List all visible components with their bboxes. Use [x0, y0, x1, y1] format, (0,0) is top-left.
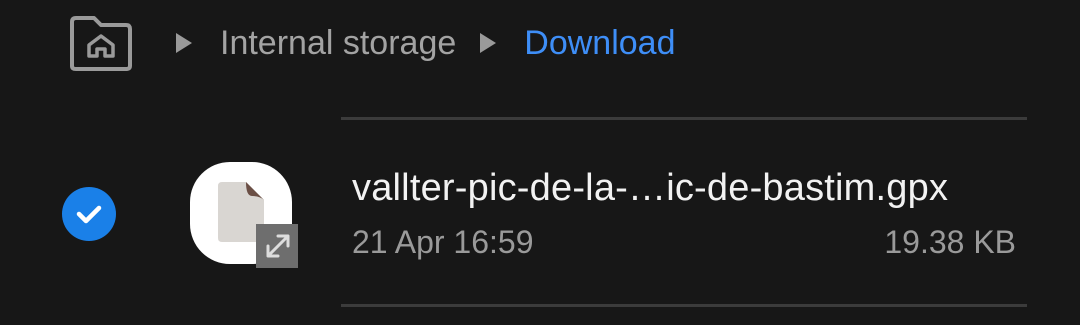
document-icon [188, 160, 300, 270]
divider [341, 304, 1027, 307]
breadcrumb-download[interactable]: Download [524, 14, 675, 72]
triangle-right-icon [174, 31, 194, 55]
checkmark-icon [76, 205, 102, 224]
selected-checkbox[interactable] [62, 187, 116, 241]
home-folder-icon[interactable] [68, 14, 134, 72]
breadcrumb-internal-storage[interactable]: Internal storage [220, 14, 456, 72]
file-size: 19.38 KB [884, 224, 1016, 260]
triangle-right-icon [478, 31, 498, 55]
file-name: vallter-pic-de-la-…ic-de-bastim.gpx [352, 167, 949, 209]
file-date: 21 Apr 16:59 [352, 224, 534, 260]
file-list-item[interactable]: vallter-pic-de-la-…ic-de-bastim.gpx 21 A… [0, 120, 1080, 304]
breadcrumb: Internal storage Download [68, 14, 675, 72]
file-browser-screen: Internal storage Download vallter-pic-de… [0, 0, 1080, 325]
